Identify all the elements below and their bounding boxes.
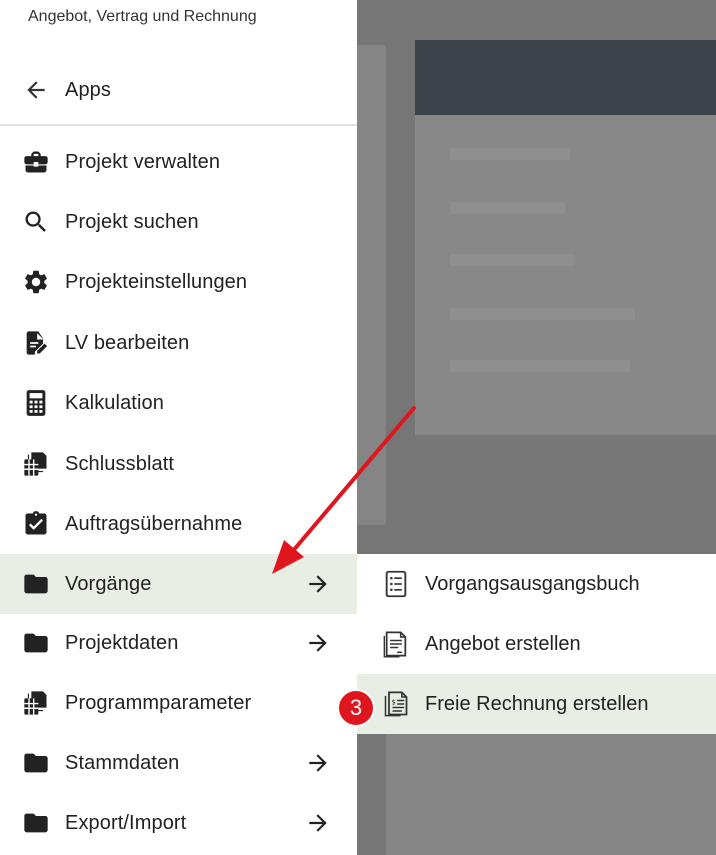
menu-item-kalkulation[interactable]: Kalkulation [0, 374, 357, 432]
folder-icon [22, 629, 50, 657]
arrow-left-icon [22, 76, 50, 104]
calculator-icon [22, 389, 50, 417]
menu-item-export-import[interactable]: Export/Import [0, 794, 357, 852]
background-text-line [450, 148, 570, 160]
background-text-line [450, 308, 635, 320]
menu-item-lv-bearbeiten[interactable]: LV bearbeiten [0, 314, 357, 372]
submenu-item-label: Freie Rechnung erstellen [425, 692, 649, 715]
vorgaenge-submenu: Vorgangsausgangsbuch Angebot erstellen $… [357, 554, 716, 734]
arrow-right-icon [305, 810, 331, 836]
navigation-drawer: Angebot, Vertrag und Rechnung Apps Proje… [0, 0, 357, 855]
spreadsheet-icon [22, 450, 50, 478]
submenu-item-freie-rechnung-erstellen[interactable]: $ Freie Rechnung erstellen [357, 674, 716, 734]
menu-item-stammdaten[interactable]: Stammdaten [0, 734, 357, 792]
menu-item-programmparameter[interactable]: Programmparameter [0, 674, 357, 732]
gear-icon [22, 268, 50, 296]
background-card [415, 40, 716, 435]
menu-item-label: Projekt suchen [65, 210, 199, 233]
background-text-line [450, 360, 630, 372]
arrow-right-icon [305, 750, 331, 776]
step-number-badge: 3 [337, 689, 375, 727]
menu-item-label: Projektdaten [65, 631, 179, 654]
folder-icon [22, 809, 50, 837]
menu-item-schlussblatt[interactable]: Schlussblatt [0, 435, 357, 493]
background-panel [356, 45, 386, 525]
submenu-item-label: Angebot erstellen [425, 632, 581, 655]
folder-icon [22, 570, 50, 598]
clipboard-check-icon [22, 510, 50, 538]
menu-item-label: Projekt verwalten [65, 150, 221, 173]
edit-document-icon [22, 329, 50, 357]
menu-item-label: Kalkulation [65, 391, 164, 414]
menu-item-auftragsuebernahme[interactable]: Auftragsübernahme [0, 495, 357, 553]
menu-item-label: Export/Import [65, 811, 187, 834]
arrow-right-icon [305, 571, 331, 597]
menu-item-label: Projekteinstellungen [65, 270, 248, 293]
invoice-document-icon: $ [383, 690, 409, 718]
menu-item-projektdaten[interactable]: Projektdaten [0, 614, 357, 672]
background-text-line [450, 202, 565, 214]
divider [0, 124, 357, 126]
background-panel-lower [386, 733, 716, 855]
drawer-title: Angebot, Vertrag und Rechnung [28, 8, 257, 25]
menu-item-label: Vorgänge [65, 572, 152, 595]
menu-item-label: Stammdaten [65, 751, 180, 774]
spreadsheet-icon [22, 689, 50, 717]
menu-item-label: Schlussblatt [65, 452, 175, 475]
back-to-apps-button[interactable]: Apps [0, 64, 357, 116]
back-to-apps-label: Apps [65, 78, 111, 101]
background-card-header [415, 40, 716, 115]
search-icon [22, 208, 50, 236]
svg-text:$: $ [391, 699, 395, 707]
menu-item-projekt-verwalten[interactable]: Projekt verwalten [0, 133, 357, 191]
menu-item-label: Programmparameter [65, 691, 252, 714]
background-text-line [450, 254, 575, 266]
briefcase-icon [22, 148, 50, 176]
submenu-item-angebot-erstellen[interactable]: Angebot erstellen [357, 614, 716, 674]
menu-item-label: LV bearbeiten [65, 331, 190, 354]
offer-document-icon [383, 630, 409, 658]
list-document-icon [383, 570, 409, 598]
menu-item-vorgaenge[interactable]: Vorgänge [0, 554, 357, 614]
submenu-item-label: Vorgangsausgangsbuch [425, 572, 640, 595]
menu-item-projekteinstellungen[interactable]: Projekteinstellungen [0, 253, 357, 311]
menu-item-label: Auftragsübernahme [65, 512, 243, 535]
arrow-right-icon [305, 630, 331, 656]
folder-icon [22, 749, 50, 777]
menu-item-projekt-suchen[interactable]: Projekt suchen [0, 193, 357, 251]
submenu-item-vorgangsausgangsbuch[interactable]: Vorgangsausgangsbuch [357, 554, 716, 614]
